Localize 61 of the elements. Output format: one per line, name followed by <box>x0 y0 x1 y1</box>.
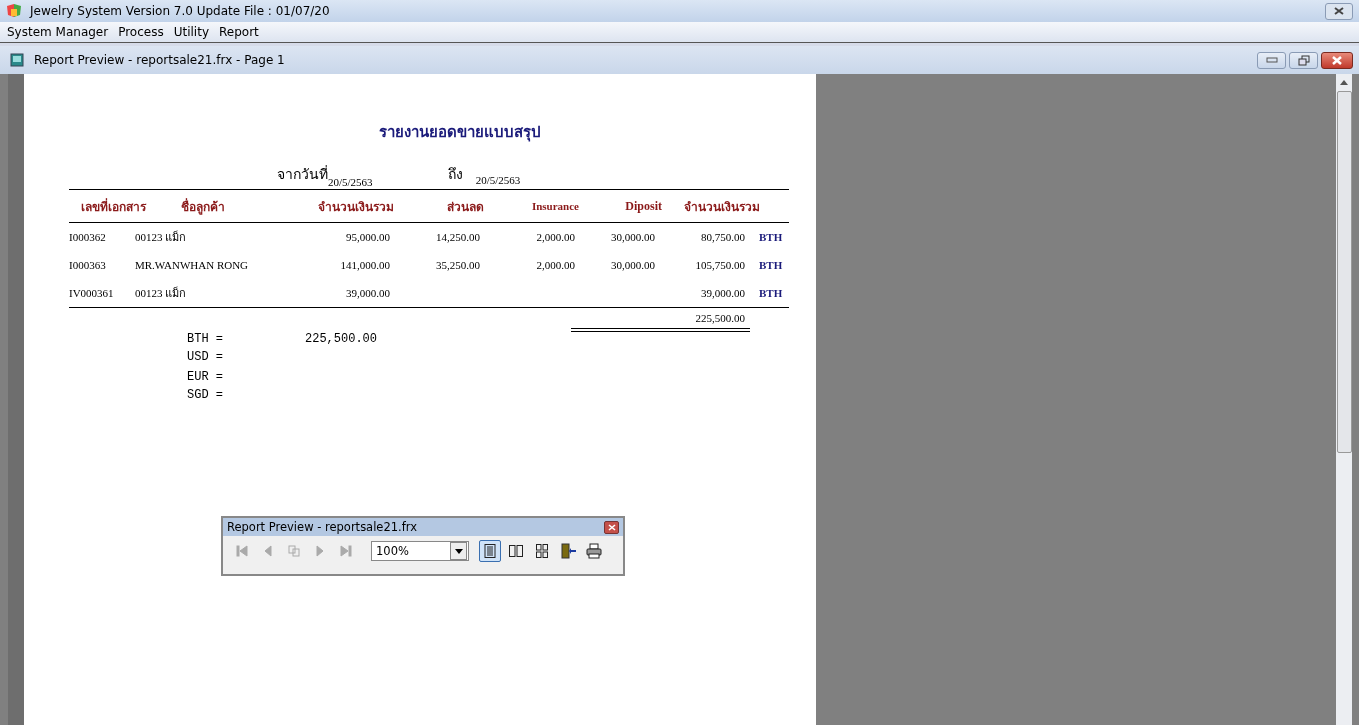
menu-item[interactable]: System Manager <box>2 25 114 39</box>
column-header: ส่วนลด <box>447 198 484 216</box>
currency-label: BTH = <box>187 332 224 346</box>
table-cell: 35,250.00 <box>436 259 480 271</box>
table-cell-text: I000363 <box>69 259 107 271</box>
column-header: เลขที่เอกสาร <box>81 197 146 216</box>
table-cell-text: 00123 แม็ก <box>135 285 188 301</box>
zoom-dropdown[interactable]: 100% <box>371 541 469 561</box>
child-window-title: Report Preview - reportsale21.frx - Page 1 <box>34 53 285 67</box>
close-icon <box>607 523 616 531</box>
menu-item[interactable]: Utility <box>168 25 214 39</box>
close-button[interactable] <box>1325 2 1353 20</box>
close-icon <box>1334 7 1344 15</box>
table-cell-text: 95,000.00 <box>345 231 390 243</box>
restore-button[interactable] <box>1289 51 1318 69</box>
table-cell-text: 80,750.00 <box>700 231 745 243</box>
from-date: 20/5/2563 <box>328 176 373 188</box>
table-cell-text: 39,000.00 <box>345 287 390 299</box>
table-cell-text: 39,000.00 <box>700 287 745 299</box>
close-icon <box>1331 55 1343 65</box>
currency-cell-text: BTH <box>758 259 784 271</box>
table-cell-text: 141,000.00 <box>339 259 390 271</box>
table-cell: 14,250.00 <box>436 231 480 243</box>
window-title: Jewelry System Version 7.0 Update File : 01/07/20 <box>30 4 330 18</box>
currency-label: SGD = <box>187 388 224 402</box>
column-header: Insurance <box>531 200 579 212</box>
report-icon <box>10 53 24 67</box>
vertical-scrollbar[interactable] <box>1336 74 1352 725</box>
menu-item[interactable]: Process <box>113 25 169 39</box>
column-header: จำนวนเงินรวม <box>318 198 394 216</box>
table-cell: 30,000.00 <box>611 259 655 271</box>
currency-cell-text: BTH <box>758 287 784 299</box>
column-header: Diposit <box>625 198 662 214</box>
close-button[interactable] <box>1321 51 1353 69</box>
table-cell-text: IV000361 <box>69 287 115 299</box>
scroll-up-arrow-icon[interactable] <box>1340 80 1348 85</box>
currency-cell-text: BTH <box>758 231 784 243</box>
to-date: 20/5/2563 <box>475 174 521 186</box>
report-title: รายงานยอดขายแบบสรุป <box>378 123 542 144</box>
grand-total: 225,500.00 <box>695 312 745 324</box>
toolbar-title: Report Preview - reportsale21.frx <box>227 520 417 534</box>
close-button[interactable] <box>604 520 619 534</box>
currency-amount: 225,500.00 <box>305 332 377 346</box>
table-cell: 30,000.00 <box>611 231 655 243</box>
minimize-icon <box>1265 57 1278 63</box>
from-label: จากวันที่ <box>277 164 328 182</box>
currency-label: EUR = <box>187 370 224 384</box>
table-cell-text: 00123 แม็ก <box>135 229 188 245</box>
to-label: ถึง <box>447 166 463 184</box>
restore-icon <box>1297 54 1310 66</box>
currency-label: USD = <box>187 350 224 364</box>
table-cell: 2,000.00 <box>536 259 575 271</box>
dropdown-caret-icon <box>454 548 463 554</box>
table-cell-text: MR.WANWHAN RONG <box>135 259 250 271</box>
table-cell: 2,000.00 <box>536 231 575 243</box>
app-logo-icon <box>6 3 22 19</box>
table-cell-text: 105,750.00 <box>694 259 745 271</box>
one-page-icon[interactable] <box>479 540 501 562</box>
menu-item[interactable]: Report <box>214 25 264 39</box>
table-cell-text: I000362 <box>69 231 107 243</box>
printer-icon[interactable] <box>583 540 605 562</box>
